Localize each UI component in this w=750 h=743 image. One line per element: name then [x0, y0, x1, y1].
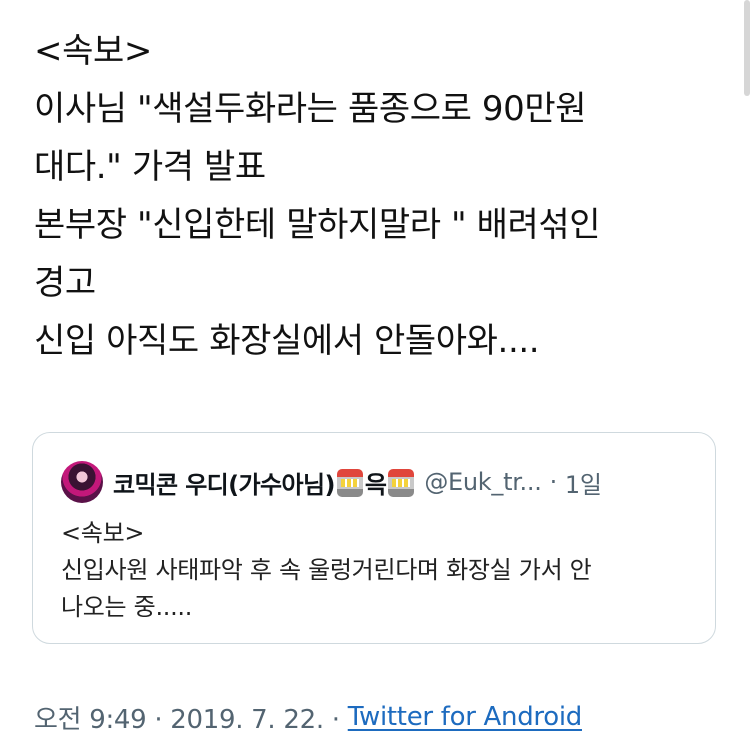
tweet-line: 이사님 "색설두화라는 품종으로 90만원: [34, 89, 587, 129]
author-name-suffix: 윽: [364, 470, 387, 499]
tweet-line: 대다." 가격 발표: [34, 147, 266, 187]
slot-machine-icon: [388, 468, 415, 497]
tweet-source-link[interactable]: Twitter for Android: [348, 702, 583, 732]
quoted-author-name[interactable]: 코믹콘 우디(가수아님) 윽: [113, 465, 416, 500]
tweet-line: 본부장 "신입한테 말하지말라 " 배려섞인: [34, 205, 601, 245]
tweet-timestamp: 오전 9:49 · 2019. 7. 22. ·: [34, 704, 340, 735]
tweet-footer: 오전 9:49 · 2019. 7. 22. · Twitter for And…: [34, 700, 583, 735]
quoted-tweet-header: 코믹콘 우디(가수아님) 윽 @Euk_tr... · 1일: [61, 459, 701, 505]
quoted-handle[interactable]: @Euk_tr...: [424, 468, 542, 496]
quoted-line: <속보>: [61, 519, 145, 547]
tweet-line: <속보>: [34, 31, 152, 71]
tweet-text: <속보> 이사님 "색설두화라는 품종으로 90만원 대다." 가격 발표 본부…: [34, 22, 724, 370]
slot-machine-icon: [336, 468, 363, 497]
separator-dot: ·: [549, 468, 558, 496]
quoted-line: 나오는 중.....: [61, 593, 193, 621]
quoted-time: 1일: [564, 470, 602, 499]
avatar[interactable]: [61, 461, 103, 503]
quoted-line: 신입사원 사태파악 후 속 울렁거린다며 화장실 가서 안: [61, 556, 592, 584]
scrollbar[interactable]: [744, 0, 750, 96]
tweet-line: 경고: [34, 263, 96, 303]
tweet-line: 신입 아직도 화장실에서 안돌아와....: [34, 321, 540, 361]
author-name-text: 코믹콘 우디(가수아님): [113, 470, 335, 499]
quoted-tweet-card[interactable]: 코믹콘 우디(가수아님) 윽 @Euk_tr... · 1일 <속보> 신입사원 …: [32, 432, 716, 644]
quoted-tweet-text: <속보> 신입사원 사태파악 후 속 울렁거린다며 화장실 가서 안 나오는 중…: [61, 515, 701, 626]
